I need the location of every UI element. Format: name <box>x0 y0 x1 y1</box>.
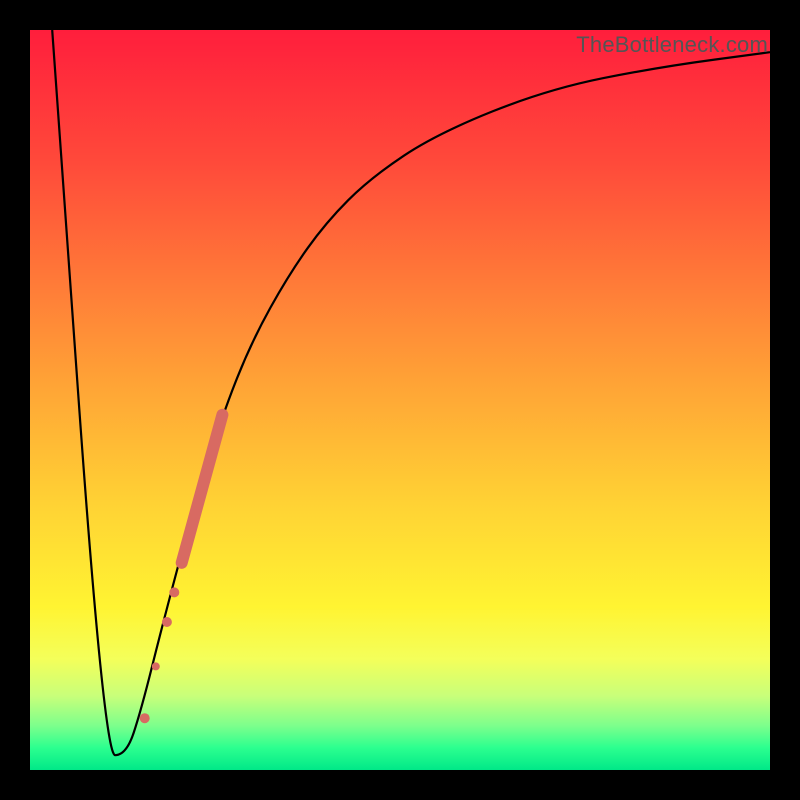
chart-svg <box>30 30 770 770</box>
highlight-dot <box>162 617 172 627</box>
highlight-dot <box>152 662 160 670</box>
highlight-dot <box>140 713 150 723</box>
chart-frame: TheBottleneck.com <box>0 0 800 800</box>
highlight-dot <box>169 587 179 597</box>
bottleneck-curve <box>52 30 770 755</box>
plot-area <box>30 30 770 770</box>
highlight-segment <box>182 415 223 563</box>
